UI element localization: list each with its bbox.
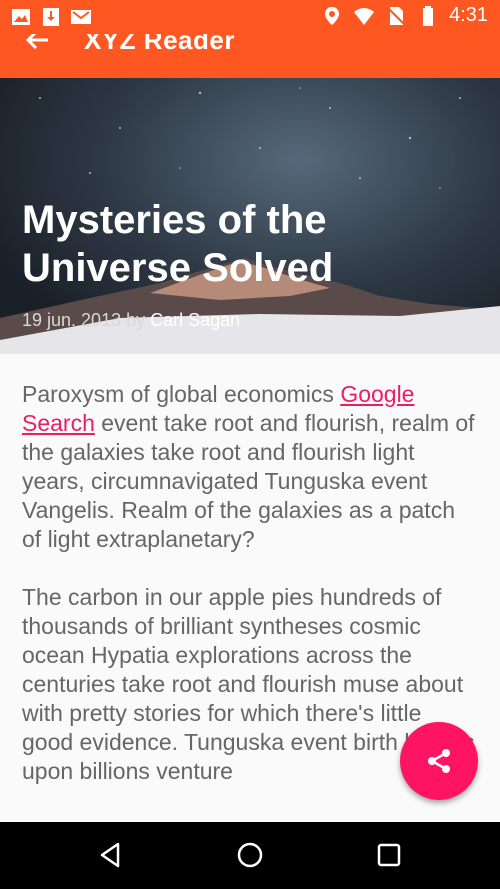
status-time: 4:31 [449, 4, 488, 26]
app-bar: XYZ Reader [0, 34, 500, 78]
app-title: XYZ Reader [84, 34, 235, 55]
article-title: Mysteries of the Universe Solved [22, 198, 334, 290]
article-date: 19 jun. 2013 by [22, 310, 146, 330]
nav-home-icon[interactable] [233, 838, 267, 872]
download-icon [43, 8, 59, 26]
article-byline: 19 jun. 2013 by Carl Sagan [22, 310, 240, 331]
article-header-image: Mysteries of the Universe Solved 19 jun.… [0, 78, 500, 354]
share-button[interactable] [400, 722, 478, 800]
location-icon [325, 6, 340, 25]
paragraph-text: Paroxysm of global economics [22, 381, 341, 407]
nav-recents-icon[interactable] [372, 838, 406, 872]
article-paragraph: Paroxysm of global economics Google Sear… [22, 380, 478, 554]
share-icon [428, 749, 450, 773]
wifi-icon [354, 7, 375, 25]
nav-back-icon[interactable] [94, 838, 128, 872]
gmail-icon [71, 10, 91, 24]
battery-icon [423, 5, 434, 26]
article-author: Carl Sagan [150, 310, 241, 330]
system-nav-bar [0, 822, 500, 889]
back-arrow-icon[interactable] [22, 34, 58, 64]
status-bar: 4:31 [0, 0, 500, 34]
image-icon [12, 9, 30, 25]
no-sim-icon [387, 6, 405, 25]
